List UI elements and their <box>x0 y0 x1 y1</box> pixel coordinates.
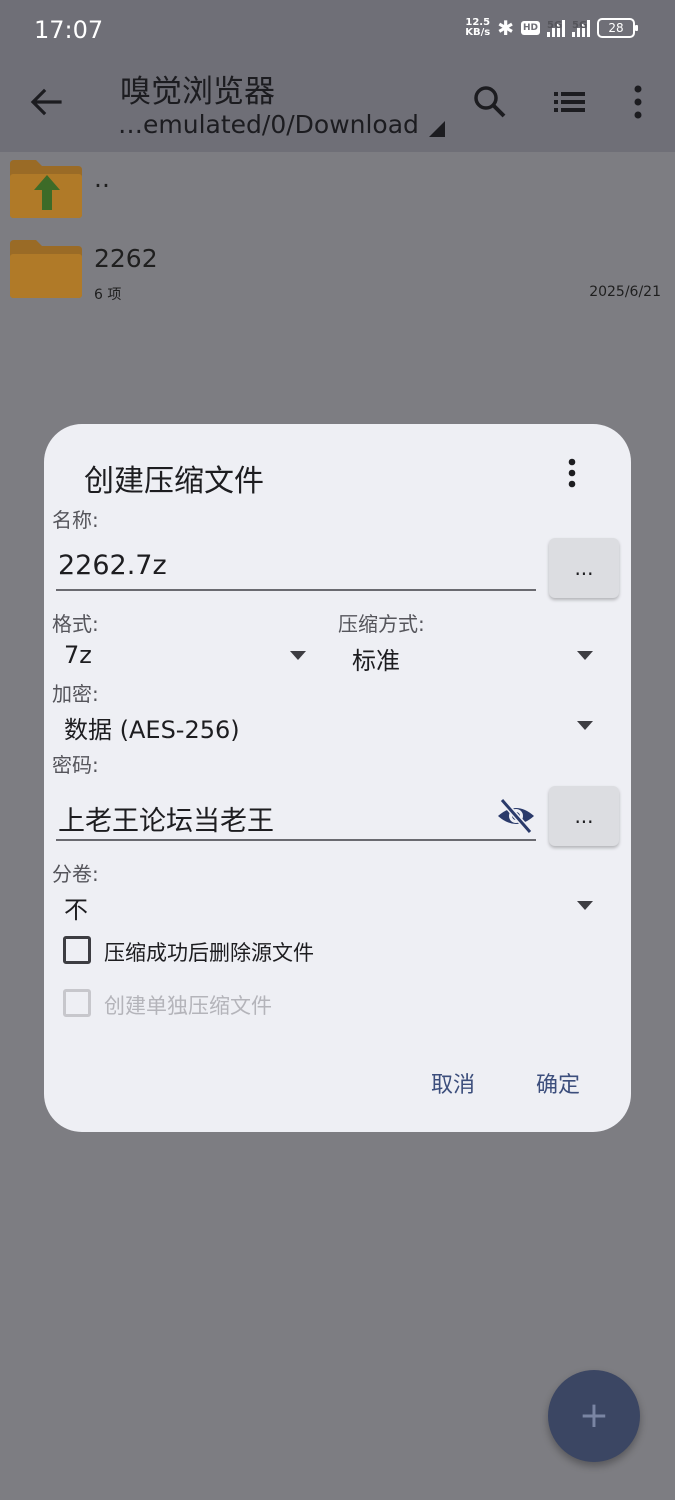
encryption-value: 数据 (AES-256) <box>64 716 240 744</box>
signal-sim1-icon: 5G <box>547 19 565 37</box>
visibility-off-icon[interactable] <box>496 796 536 836</box>
separate-archives-checkbox[interactable] <box>63 989 91 1017</box>
current-path: …emulated/0/Download <box>118 110 419 139</box>
dialog-title: 创建压缩文件 <box>84 464 264 499</box>
file-date: 2025/6/21 <box>589 284 661 300</box>
encryption-dropdown-icon <box>577 721 593 730</box>
folder-icon <box>10 240 82 298</box>
file-name: 2262 <box>94 244 158 273</box>
password-more-button[interactable]: ... <box>549 786 619 846</box>
bluetooth-icon: ✱ <box>497 16 514 40</box>
path-dropdown-icon <box>428 121 445 137</box>
search-icon[interactable] <box>470 82 510 122</box>
file-name: .. <box>94 164 110 193</box>
separate-archives-label: 创建单独压缩文件 <box>104 994 272 1018</box>
password-input[interactable]: 上老王论坛当老王 <box>58 799 274 838</box>
create-archive-dialog: 创建压缩文件 名称: 2262.7z ... 格式: 压缩方式: 7z 标准 加… <box>44 424 631 1132</box>
network-speed: 12.5 KB/s <box>465 18 490 38</box>
hd-voice-icon: HD <box>520 21 540 35</box>
password-label: 密码: <box>52 753 99 777</box>
list-item-folder[interactable]: 2262 6 项 2025/6/21 <box>0 232 675 312</box>
format-label: 格式: <box>52 612 99 636</box>
cancel-button[interactable]: 取消 <box>431 1067 475 1099</box>
split-dropdown-icon <box>577 901 593 910</box>
delete-source-checkbox[interactable] <box>63 936 91 964</box>
archive-name-underline <box>56 589 536 591</box>
split-value: 不 <box>64 896 88 924</box>
ok-button[interactable]: 确定 <box>536 1067 580 1099</box>
battery-icon: 28 <box>597 18 638 38</box>
format-value: 7z <box>64 641 92 669</box>
password-underline <box>56 839 536 841</box>
delete-source-label: 压缩成功后删除源文件 <box>104 941 314 965</box>
compression-method-value: 标准 <box>352 647 400 675</box>
folder-up-icon <box>10 160 82 218</box>
network-speed-unit: KB/s <box>465 27 491 38</box>
dialog-more-icon[interactable] <box>556 456 586 492</box>
split-label: 分卷: <box>52 862 99 886</box>
method-dropdown-icon <box>577 651 593 660</box>
signal-sim2-icon: 5G <box>572 19 590 37</box>
file-item-count: 6 项 <box>94 287 122 303</box>
status-time: 17:07 <box>34 16 104 44</box>
browse-button[interactable]: ... <box>549 538 619 598</box>
list-item-parent[interactable]: .. <box>0 152 675 232</box>
app-title: 嗅觉浏览器 <box>120 74 275 110</box>
add-fab-button[interactable]: + <box>548 1370 640 1462</box>
back-arrow-icon[interactable] <box>26 82 66 122</box>
more-options-icon[interactable] <box>620 82 660 122</box>
status-bar: 17:07 12.5 KB/s ✱ HD 5G 5G 28 <box>0 0 675 62</box>
encryption-label: 加密: <box>52 682 99 706</box>
file-list: .. 2262 6 项 2025/6/21 <box>0 152 675 312</box>
compression-method-label: 压缩方式: <box>338 612 425 636</box>
status-icons: 12.5 KB/s ✱ HD 5G 5G 28 <box>465 16 638 40</box>
name-label: 名称: <box>52 508 99 532</box>
path-selector[interactable]: …emulated/0/Download <box>118 110 445 139</box>
archive-name-input[interactable]: 2262.7z <box>58 550 167 581</box>
format-dropdown-icon <box>290 651 306 660</box>
app-toolbar: 嗅觉浏览器 …emulated/0/Download <box>0 62 675 152</box>
plus-icon: + <box>578 1395 610 1436</box>
list-view-icon[interactable] <box>550 82 590 122</box>
